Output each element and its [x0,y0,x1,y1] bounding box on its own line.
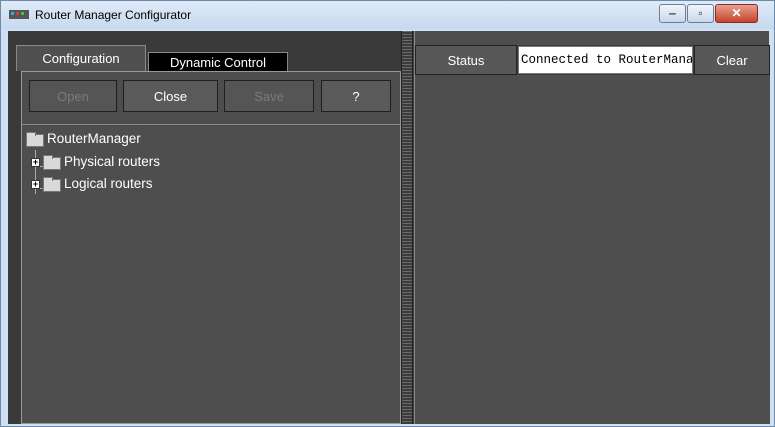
help-button[interactable]: ? [321,80,391,112]
client-area: Configuration Dynamic Control Open Close… [8,31,770,424]
tree-node-physical-routers[interactable]: + Physical routers [22,153,322,173]
status-text-field[interactable]: Connected to RouterManager [518,46,693,74]
folder-icon [43,155,61,170]
window-title: Router Manager Configurator [35,8,192,22]
minimize-icon: ‒ [669,6,676,20]
expand-icon[interactable]: + [31,180,40,189]
tree-node-label: Logical routers [64,176,153,191]
status-bar: Status Connected to RouterManager Clear [415,45,770,75]
minimize-button[interactable]: ‒ [659,4,686,23]
title-bar[interactable]: Router Manager Configurator ‒ ▫ ✕ [1,1,774,29]
close-icon: ✕ [731,6,742,20]
toolbar: Open Close Save ? [22,72,400,125]
tab-dynamic-control[interactable]: Dynamic Control [148,52,288,73]
maximize-button[interactable]: ▫ [687,4,714,23]
save-button[interactable]: Save [224,80,314,112]
close-window-button[interactable]: ✕ [715,4,758,23]
router-app-icon [9,10,29,19]
folder-icon [43,177,61,192]
open-button[interactable]: Open [29,80,117,112]
configuration-panel: Open Close Save ? RouterManager + Physic… [21,71,401,424]
expand-icon[interactable]: + [31,158,40,167]
status-button[interactable]: Status [415,45,517,75]
tree-node-label: Physical routers [64,154,161,169]
tree-node-label: RouterManager [47,131,141,146]
status-log-area [415,75,770,424]
left-panel: Configuration Dynamic Control Open Close… [8,31,401,424]
panel-splitter[interactable] [401,31,413,424]
router-tree: RouterManager + Physical routers + Logic… [22,126,400,423]
folder-icon [26,132,44,147]
right-panel: Status Connected to RouterManager Clear [414,31,770,424]
maximize-icon: ▫ [698,6,703,20]
tab-configuration[interactable]: Configuration [16,45,146,71]
app-window: Router Manager Configurator ‒ ▫ ✕ Config… [0,0,775,427]
tree-node-root[interactable]: RouterManager [22,130,322,150]
close-button[interactable]: Close [123,80,218,112]
clear-button[interactable]: Clear [694,45,770,75]
tree-node-logical-routers[interactable]: + Logical routers [22,175,322,195]
